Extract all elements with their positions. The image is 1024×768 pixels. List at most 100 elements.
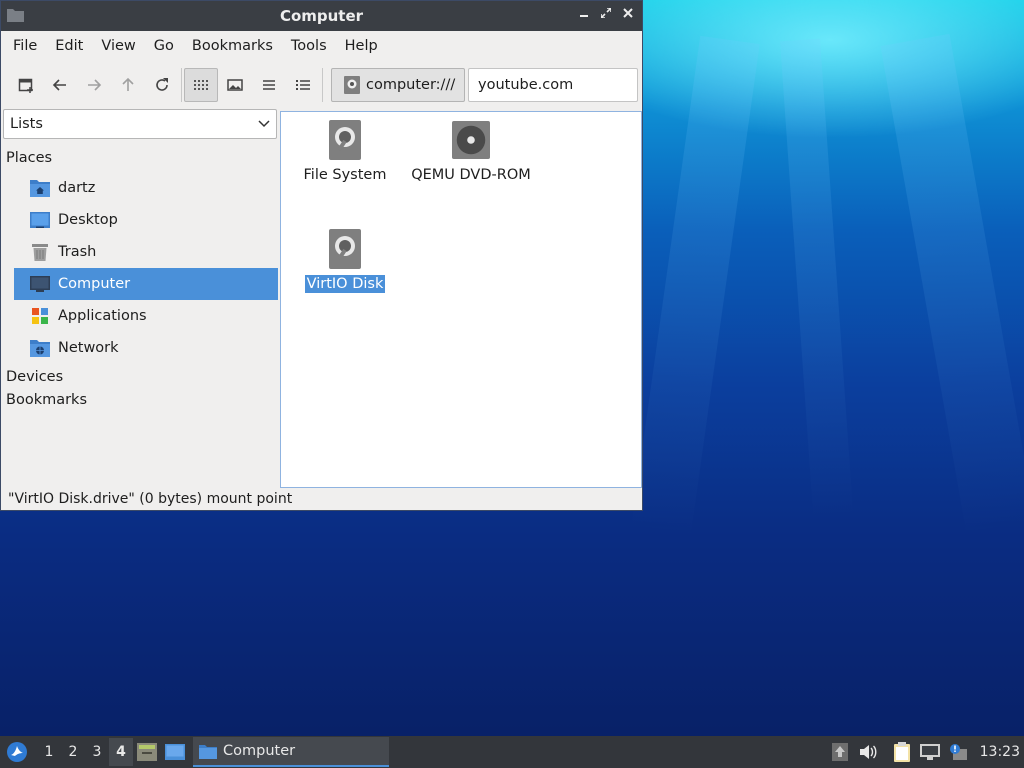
update-arrow-icon (831, 743, 848, 761)
list-icon (263, 80, 275, 90)
reload-icon (156, 78, 168, 91)
harddisk-icon (329, 120, 361, 160)
back-button[interactable] (43, 68, 77, 102)
network-icon (30, 340, 50, 357)
maximize-button[interactable] (598, 6, 614, 24)
trash-icon (32, 244, 48, 261)
clipboard-icon (893, 742, 910, 762)
workspace-4[interactable]: 4 (109, 738, 133, 766)
folder-icon (7, 9, 24, 22)
launcher-file-manager[interactable] (133, 738, 161, 766)
wallpaper-ray (780, 38, 854, 521)
clock[interactable]: 13:23 (972, 744, 1024, 760)
tray-notification[interactable] (944, 738, 972, 766)
sidebar-item-applications[interactable]: Applications (14, 300, 278, 332)
chevron-down-icon (258, 120, 270, 128)
new-tab-icon (18, 78, 33, 93)
minimize-button[interactable] (576, 6, 592, 24)
taskbar: 1 2 3 4 Computer 13:23 (0, 736, 1024, 768)
menu-edit[interactable]: Edit (46, 38, 92, 54)
reload-button[interactable] (145, 68, 179, 102)
sidebar-item-home[interactable]: dartz (14, 172, 278, 204)
file-item-label: VirtIO Disk (304, 275, 386, 293)
workspace-1[interactable]: 1 (37, 738, 61, 766)
wallpaper-ray (880, 33, 1024, 539)
sidebar-item-network[interactable]: Network (14, 332, 278, 364)
sidebar-item-label: Applications (58, 308, 147, 324)
places-header[interactable]: Places (3, 147, 278, 170)
new-tab-button[interactable] (9, 68, 43, 102)
sidebar-item-trash[interactable]: Trash (14, 236, 278, 268)
tray-clipboard[interactable] (888, 738, 916, 766)
thumbnail-view-button[interactable] (218, 68, 252, 102)
menu-bookmarks[interactable]: Bookmarks (183, 38, 282, 54)
file-view[interactable]: File System QEMU DVD-ROM VirtIO Disk (280, 111, 642, 488)
start-menu-button[interactable] (3, 738, 31, 766)
maximize-icon (600, 7, 612, 19)
location-input[interactable]: youtube.com (468, 68, 638, 102)
sidebar-mode-value: Lists (10, 116, 43, 132)
bookmarks-header[interactable]: Bookmarks (3, 389, 278, 412)
menu-help[interactable]: Help (336, 38, 387, 54)
menu-tools[interactable]: Tools (282, 38, 336, 54)
taskbar-task-computer[interactable]: Computer (193, 737, 389, 767)
network-wired-icon (919, 744, 940, 760)
file-item-label: File System (303, 167, 387, 183)
sidebar: Lists Places dartz Desktop Trash Compute… (3, 109, 278, 486)
harddisk-icon (329, 229, 361, 269)
desktop-icon (165, 744, 185, 760)
toolbar-separator (181, 68, 182, 102)
taskbar-task-label: Computer (223, 743, 296, 759)
location-path-label: computer:/// (366, 77, 456, 93)
sidebar-item-label: Network (58, 340, 119, 356)
toolbar: computer:/// youtube.com (1, 61, 642, 109)
location-path-button[interactable]: computer:/// (331, 68, 465, 102)
close-button[interactable] (620, 6, 636, 24)
tray-network[interactable] (916, 738, 944, 766)
applications-icon (32, 308, 48, 324)
image-icon (227, 79, 243, 91)
forward-button[interactable] (77, 68, 111, 102)
sidebar-item-computer[interactable]: Computer (14, 268, 278, 300)
sidebar-mode-dropdown[interactable]: Lists (3, 109, 277, 139)
close-icon (623, 8, 633, 18)
arrow-left-icon (52, 79, 66, 91)
tray-updates[interactable] (826, 738, 854, 766)
file-item-file-system[interactable]: File System (275, 120, 415, 184)
workspace-3[interactable]: 3 (85, 738, 109, 766)
launcher-show-desktop[interactable] (161, 738, 189, 766)
menu-view[interactable]: View (92, 38, 144, 54)
up-button[interactable] (111, 68, 145, 102)
window-title: Computer (279, 7, 364, 25)
toolbar-separator (322, 68, 323, 102)
arrow-right-icon (88, 79, 102, 91)
menu-bar: File Edit View Go Bookmarks Tools Help (1, 31, 642, 61)
grid-icon (194, 80, 208, 90)
workspace-2[interactable]: 2 (61, 738, 85, 766)
folder-icon (199, 744, 217, 759)
sidebar-item-label: Computer (58, 276, 131, 292)
info-icon (949, 744, 967, 760)
compact-view-button[interactable] (252, 68, 286, 102)
file-item-dvd-rom[interactable]: QEMU DVD-ROM (401, 120, 541, 184)
icon-view-button[interactable] (184, 68, 218, 102)
menu-go[interactable]: Go (145, 38, 183, 54)
system-tray: 13:23 (826, 736, 1024, 768)
minimize-icon (580, 15, 588, 17)
tray-volume[interactable] (854, 738, 882, 766)
status-bar: "VirtIO Disk.drive" (0 bytes) mount poin… (8, 491, 293, 507)
computer-icon (30, 276, 50, 292)
sidebar-item-label: dartz (58, 180, 96, 196)
wallpaper-ray (630, 35, 760, 540)
home-folder-icon (30, 180, 50, 197)
devices-header[interactable]: Devices (3, 366, 278, 389)
title-bar[interactable]: Computer (1, 1, 642, 31)
optical-drive-icon (452, 121, 490, 159)
harddisk-icon (344, 76, 360, 94)
detailed-view-button[interactable] (286, 68, 320, 102)
file-item-virtio-disk[interactable]: VirtIO Disk (275, 229, 415, 293)
file-item-label: QEMU DVD-ROM (411, 167, 531, 183)
sidebar-item-desktop[interactable]: Desktop (14, 204, 278, 236)
menu-file[interactable]: File (4, 38, 46, 54)
desktop-icon (30, 212, 50, 228)
